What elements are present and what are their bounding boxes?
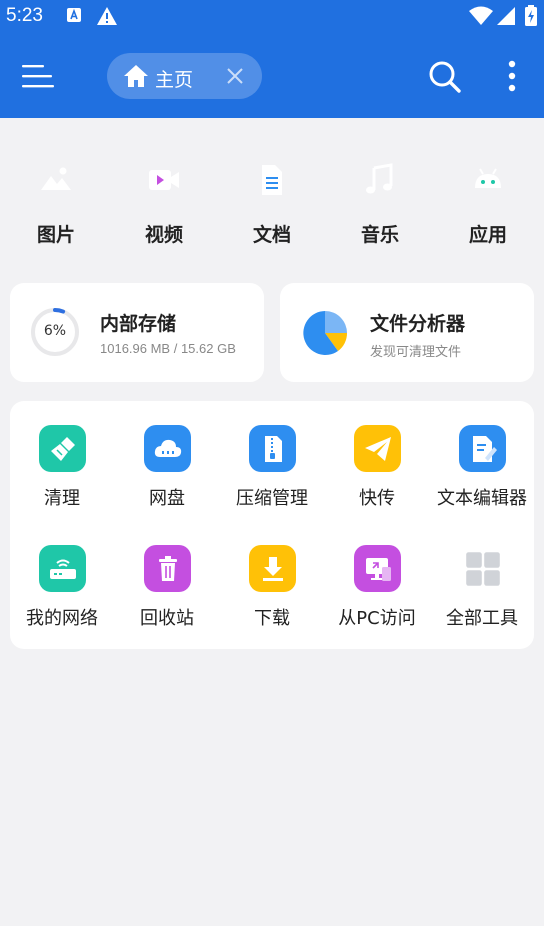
tool-trash-tile	[144, 545, 191, 592]
tool-send-tile	[354, 425, 401, 472]
broom-icon	[50, 436, 75, 461]
router-icon	[49, 559, 76, 579]
tool-label: 文本编辑器	[437, 488, 527, 509]
tool-clean-tile	[39, 425, 86, 472]
home-icon	[124, 65, 148, 87]
menu-icon[interactable]	[20, 60, 56, 92]
close-icon[interactable]	[225, 66, 245, 86]
keyboard-a-icon	[67, 8, 81, 22]
tool-compress-tile	[249, 425, 296, 472]
category-videos-bubble	[133, 155, 195, 205]
tool-all-tile	[459, 545, 506, 592]
wifi-icon	[469, 6, 493, 25]
pc-access-icon	[365, 557, 391, 581]
category-apps-bubble	[457, 155, 519, 205]
tool-all-tools[interactable]: 全部工具	[430, 521, 534, 631]
android-icon	[475, 168, 501, 188]
battery-icon	[525, 5, 537, 26]
tool-clean[interactable]: 清理	[10, 401, 114, 511]
image-icon	[41, 167, 71, 190]
category-label: 文档	[252, 224, 291, 246]
app-bar: 主页	[0, 34, 544, 118]
tool-network-tile	[39, 545, 86, 592]
file-analyzer-card[interactable]: 文件分析器 发现可清理文件	[280, 283, 534, 382]
analyzer-title: 文件分析器	[370, 313, 466, 335]
tool-label: 清理	[44, 488, 80, 509]
tool-label: 网盘	[149, 488, 185, 509]
download-icon	[262, 556, 283, 581]
status-bar: 5:23	[0, 0, 544, 34]
analyzer-subtitle: 发现可清理文件	[370, 344, 462, 359]
tool-label: 回收站	[140, 608, 194, 629]
tool-label: 从PC访问	[338, 608, 416, 629]
storage-percent: 6%	[43, 323, 67, 339]
category-music[interactable]: 音乐	[334, 150, 424, 250]
tool-cloud-drive[interactable]: 网盘	[115, 401, 219, 511]
tools-grid: 清理 网盘 压缩管理 快传 文本编辑器 我的网络 回收站 下载 从PC访问 全部…	[10, 401, 534, 649]
tool-download-tile	[249, 545, 296, 592]
grid-icon	[465, 551, 500, 586]
tool-download[interactable]: 下载	[220, 521, 324, 631]
internal-storage-card[interactable]: 6% 内部存储 1016.96 MB / 15.62 GB	[10, 283, 264, 382]
storage-title: 内部存储	[100, 313, 177, 335]
category-documents-bubble	[241, 155, 303, 205]
tool-my-network[interactable]: 我的网络	[10, 521, 114, 631]
category-label: 图片	[36, 224, 75, 246]
category-images-bubble	[25, 155, 87, 205]
warning-icon	[97, 7, 117, 25]
trash-icon	[158, 555, 177, 581]
tool-text-editor[interactable]: 文本编辑器	[430, 401, 534, 511]
tool-label: 快传	[359, 488, 395, 509]
tab-label: 主页	[155, 69, 194, 91]
tab-home[interactable]: 主页	[107, 53, 262, 99]
storage-detail: 1016.96 MB / 15.62 GB	[100, 341, 236, 356]
category-documents[interactable]: 文档	[226, 150, 316, 250]
tool-label: 全部工具	[446, 608, 518, 629]
category-label: 视频	[144, 224, 183, 246]
tool-pc-access[interactable]: 从PC访问	[325, 521, 429, 631]
category-label: 音乐	[360, 224, 399, 246]
cloud-icon	[154, 439, 181, 457]
tool-label: 下载	[254, 608, 290, 629]
more-vert-icon[interactable]	[502, 58, 522, 94]
zip-icon	[264, 435, 282, 462]
signal-icon	[497, 7, 515, 25]
category-images[interactable]: 图片	[10, 150, 100, 250]
document-icon	[262, 165, 282, 195]
tool-label: 我的网络	[26, 608, 98, 629]
category-label: 应用	[468, 224, 507, 246]
tool-compress[interactable]: 压缩管理	[220, 401, 324, 511]
music-icon	[366, 163, 393, 194]
tool-editor-tile	[459, 425, 506, 472]
tool-recycle-bin[interactable]: 回收站	[115, 521, 219, 631]
tool-cloud-tile	[144, 425, 191, 472]
category-music-bubble	[349, 155, 411, 205]
send-icon	[364, 436, 391, 461]
search-icon[interactable]	[428, 60, 462, 94]
tool-quick-send[interactable]: 快传	[325, 401, 429, 511]
tool-pc-tile	[354, 545, 401, 592]
status-time: 5:23	[6, 5, 43, 26]
pie-chart-icon	[303, 311, 348, 355]
text-editor-icon	[472, 435, 497, 462]
category-row: 图片 视频 文档 音乐 应用	[0, 150, 544, 250]
tool-label: 压缩管理	[236, 488, 308, 509]
video-icon	[149, 170, 179, 190]
category-apps[interactable]: 应用	[442, 150, 532, 250]
category-videos[interactable]: 视频	[118, 150, 208, 250]
